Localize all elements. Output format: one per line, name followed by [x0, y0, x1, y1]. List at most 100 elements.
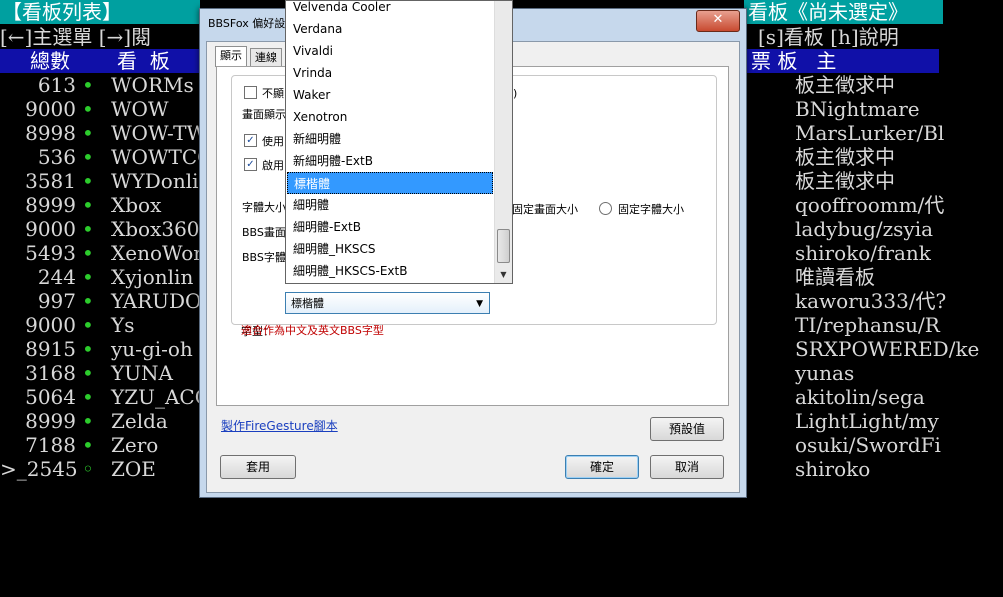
board-count: 9000	[25, 217, 76, 241]
font-size-label: 字體大小	[242, 201, 286, 214]
scroll-down-icon[interactable]: ▼	[495, 266, 512, 283]
board-name: Zero	[111, 433, 159, 457]
board-status-mark: •	[82, 145, 94, 169]
font-select-value: 標楷體	[291, 297, 324, 310]
default-button[interactable]: 預設值	[650, 417, 724, 441]
font-option[interactable]: 標楷體	[287, 172, 493, 194]
board-status-mark: •	[82, 169, 94, 193]
board-count: 5064	[25, 385, 76, 409]
board-moderator: akitolin/sega	[795, 385, 925, 409]
board-count: 3168	[25, 361, 76, 385]
board-status-mark: •	[82, 265, 94, 289]
board-count: >_2545	[0, 457, 78, 481]
board-status-mark: •	[82, 97, 94, 121]
board-count: 7188	[25, 433, 76, 457]
board-status-mark: •	[82, 409, 94, 433]
board-count: 536	[37, 145, 76, 169]
board-status-mark: •	[82, 241, 94, 265]
apply-button[interactable]: 套用	[220, 455, 296, 479]
board-status-mark: •	[82, 289, 94, 313]
board-name: Xyjonlin	[111, 265, 194, 289]
font-option[interactable]: Waker	[287, 84, 493, 106]
use-option-label: 使用	[262, 135, 284, 148]
ok-button[interactable]: 確定	[565, 455, 639, 479]
font-option[interactable]: 細明體_HKSCS-ExtB	[287, 260, 493, 282]
board-moderator: LightLight/my	[795, 409, 939, 433]
current-board-status: 看板《尚未選定》	[744, 0, 943, 24]
board-name: Zelda	[111, 409, 168, 433]
board-count: 8999	[25, 409, 76, 433]
font-option[interactable]: Velvenda Cooler	[287, 1, 493, 18]
hide-option-checkbox[interactable]	[244, 86, 257, 99]
header-board: 看 板	[117, 49, 170, 73]
board-name: WOW-TW	[111, 121, 207, 145]
board-moderator: 板主徵求中	[795, 169, 895, 193]
board-status-mark: •	[82, 217, 94, 241]
enable-option-checkbox[interactable]: ✓	[244, 158, 257, 171]
font-option[interactable]: 細明體-ExtB	[287, 216, 493, 238]
font-option[interactable]: 細明體_HKSCS	[287, 238, 493, 260]
board-count: 244	[37, 265, 76, 289]
fixed-font-size-label: 固定字體大小	[618, 203, 684, 216]
board-count: 9000	[25, 97, 76, 121]
board-name: XenoWor	[111, 241, 203, 265]
board-moderator: yunas	[795, 361, 855, 385]
help-keys-right: [s]看板 [h]說明	[758, 25, 899, 49]
board-count: 9000	[25, 313, 76, 337]
board-count: 997	[37, 289, 76, 313]
dialog-title: BBSFox 偏好設	[208, 17, 286, 30]
board-status-mark: •	[82, 121, 94, 145]
board-count: 613	[37, 73, 76, 97]
board-name: Xbox360	[111, 217, 200, 241]
board-status-mark: •	[82, 313, 94, 337]
use-option-checkbox[interactable]: ✓	[244, 134, 257, 147]
font-option[interactable]: Verdana	[287, 18, 493, 40]
scrollbar-thumb[interactable]	[497, 229, 510, 263]
dropdown-scrollbar[interactable]: ▼	[494, 1, 512, 283]
cancel-button[interactable]: 取消	[650, 455, 724, 479]
enable-option-label: 啟用	[262, 159, 284, 172]
board-name: WYDonlin	[111, 169, 212, 193]
font-option[interactable]: Vivaldi	[287, 40, 493, 62]
close-button[interactable]: ✕	[696, 10, 740, 32]
board-moderator: ladybug/zsyia	[795, 217, 934, 241]
board-moderator: BNightmare	[795, 97, 920, 121]
board-name: Ys	[111, 313, 135, 337]
font-select[interactable]: 標楷體 ▼	[285, 292, 490, 314]
board-name: Xbox	[111, 193, 162, 217]
board-moderator: shiroko/frank	[795, 241, 931, 265]
board-list-title: 【看板列表】	[0, 0, 200, 24]
font-hint: 適合作為中文及英文BBS字型	[241, 324, 384, 337]
board-status-mark: •	[82, 433, 94, 457]
board-name: ZOE	[111, 457, 156, 481]
hide-option-label: 不顯	[262, 87, 284, 100]
board-name: WORMs	[111, 73, 194, 97]
font-option[interactable]: 新細明體-ExtB	[287, 150, 493, 172]
board-moderator: MarsLurker/Bl	[795, 121, 945, 145]
header-moderator: 票 板 主	[751, 49, 837, 73]
font-option[interactable]: Vrinda	[287, 62, 493, 84]
firegesture-script-link[interactable]: 製作FireGesture腳本	[221, 417, 338, 434]
font-option[interactable]: 新細明體	[287, 128, 493, 150]
board-moderator: qooffroomm/代	[795, 193, 945, 217]
font-option[interactable]: Xenotron	[287, 106, 493, 128]
board-moderator: 板主徵求中	[795, 73, 895, 97]
header-count: 總數	[30, 49, 70, 73]
tab-display[interactable]: 顯示	[215, 46, 247, 67]
board-name: yu-gi-oh	[111, 337, 193, 361]
tab-connection[interactable]: 連線	[250, 48, 282, 67]
board-name: YUNA	[111, 361, 174, 385]
chevron-down-icon: ▼	[476, 299, 483, 309]
help-keys-left: [←]主選單 [→]閱	[0, 25, 152, 49]
font-option[interactable]: 細明體	[287, 194, 493, 216]
board-status-mark: •	[82, 73, 94, 97]
board-count: 8915	[25, 337, 76, 361]
bbs-screen-label: BBS畫面	[242, 226, 286, 239]
fixed-font-size-radio[interactable]	[599, 202, 612, 215]
board-status-mark: •	[82, 385, 94, 409]
board-name: WOWTCG	[111, 145, 214, 169]
board-status-mark: •	[82, 193, 94, 217]
board-status-mark: ◦	[82, 457, 94, 481]
board-moderator: shiroko	[795, 457, 871, 481]
board-count: 8998	[25, 121, 76, 145]
